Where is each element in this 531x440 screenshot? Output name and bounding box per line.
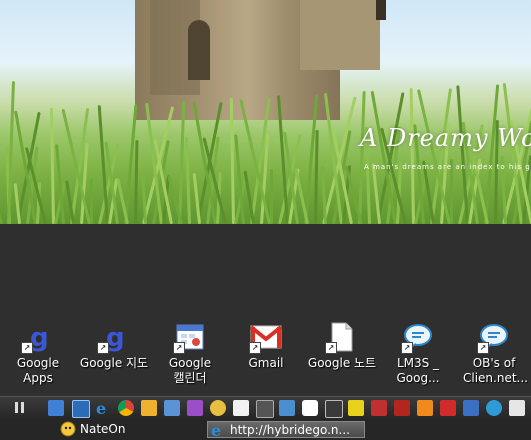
notepad-icon[interactable] [233,400,249,416]
grass-blade [270,169,273,224]
window-icon[interactable] [164,400,180,416]
ee-toy-icon[interactable] [348,400,364,416]
grass-blade [0,184,3,224]
nateon-icon [60,421,76,437]
grass-blade [141,175,147,224]
quick-launch-toolbar: e [0,396,531,419]
svg-text:e: e [211,422,221,438]
google-notebook-icon: ↗ [325,320,359,354]
grass-blade [184,137,191,224]
ultraedit-icon[interactable] [256,400,274,418]
chrome-icon[interactable] [118,400,134,416]
chat-bubble-icon: ↗ [401,320,435,354]
xshell-icon[interactable] [279,400,295,416]
wolf-icon[interactable] [325,400,343,418]
google-apps-icon: g ↗ [21,320,55,354]
google-calendar-icon: ↗ [173,320,207,354]
grass-blade [314,129,319,224]
shortcut-arrow-icon: ↗ [401,342,413,354]
shortcut-arrow-icon: ↗ [97,342,109,354]
magnet-icon[interactable] [440,400,456,416]
taskbar-button-label: NateOn [80,422,126,436]
desktop-icon-gmail[interactable]: ↗ Gmail [229,320,303,371]
grass-blade [229,97,235,224]
grass-blade [409,87,415,224]
dictionary-icon[interactable] [371,400,387,416]
desktop-wallpaper: A Dreamy Wor A man's dreams are an index… [0,0,531,224]
grass-field [0,0,531,224]
shortcut-arrow-icon: ↗ [249,342,261,354]
desktop-icon-label: Gmail [248,356,284,370]
desktop-icon-label: Google Apps [16,356,60,385]
desktop-icon-label: Google 노트 [307,356,377,370]
desktop-icon-google-notebook[interactable]: ↗ Google 노트 [305,320,379,371]
grass-blade [134,139,139,224]
gmail-icon: ↗ [249,320,283,354]
download-icon[interactable] [417,400,433,416]
chat-bubble-icon: ↗ [477,320,511,354]
internet-explorer-icon: e [210,422,226,438]
shortcut-arrow-icon: ↗ [173,342,185,354]
desktop-icon-label: Google 캘린더 [168,356,212,385]
taskbar-button-label: http://hybridego.n... [230,423,350,437]
taskbar: NateOn e http://hybridego.n... [0,419,531,440]
mail-icon[interactable] [48,400,64,416]
app-icon[interactable] [187,400,203,416]
svg-text:e: e [96,400,106,416]
messenger-icon[interactable] [141,400,157,416]
desktop-icon-google-apps[interactable]: g ↗ Google Apps [1,320,75,386]
wallpaper-title: A Dreamy Wor [360,124,531,152]
internet-explorer-icon[interactable]: e [95,399,111,418]
pause-icon[interactable] [14,402,26,414]
grass-blade [90,179,93,224]
desktop-icon-lm3s[interactable]: ↗ LM3S _ Goog... [381,320,455,386]
shortcut-arrow-icon: ↗ [477,342,489,354]
tool-icon[interactable] [509,400,525,416]
filezilla-icon[interactable] [394,400,410,416]
desktop-icon-label: OB's of Clien.net... [463,356,528,385]
desktop-icon-google-calendar[interactable]: ↗ Google 캘린더 [153,320,227,386]
google-maps-icon: g ↗ [97,320,131,354]
grass-blade [358,91,366,224]
grass-blade [371,163,381,224]
shortcut-arrow-icon: ↗ [325,342,337,354]
globe-icon[interactable] [486,400,502,416]
nateon-quick-icon[interactable] [210,400,226,416]
desktop-icon-label: LM3S _ Goog... [396,356,440,385]
grass-blade [320,166,327,224]
desktop-icon-label: Google 지도 [79,356,149,370]
taskbar-button-browser[interactable]: e http://hybridego.n... [207,421,365,438]
show-desktop-icon[interactable] [72,400,90,418]
shortcut-arrow-icon: ↗ [21,342,33,354]
grass-blade [49,107,55,224]
wallpaper-subtitle: A man's dreams are an index to his grea [364,163,531,171]
save-icon[interactable] [463,400,479,416]
desktop-icon-obs-clien[interactable]: ↗ OB's of Clien.net... [457,320,531,386]
taskbar-button-nateon[interactable]: NateOn [58,421,178,438]
grass-blade [370,90,397,224]
desktop-icon-google-maps[interactable]: g ↗ Google 지도 [77,320,151,371]
grass-blade [178,101,186,224]
daum-icon[interactable] [302,400,318,416]
